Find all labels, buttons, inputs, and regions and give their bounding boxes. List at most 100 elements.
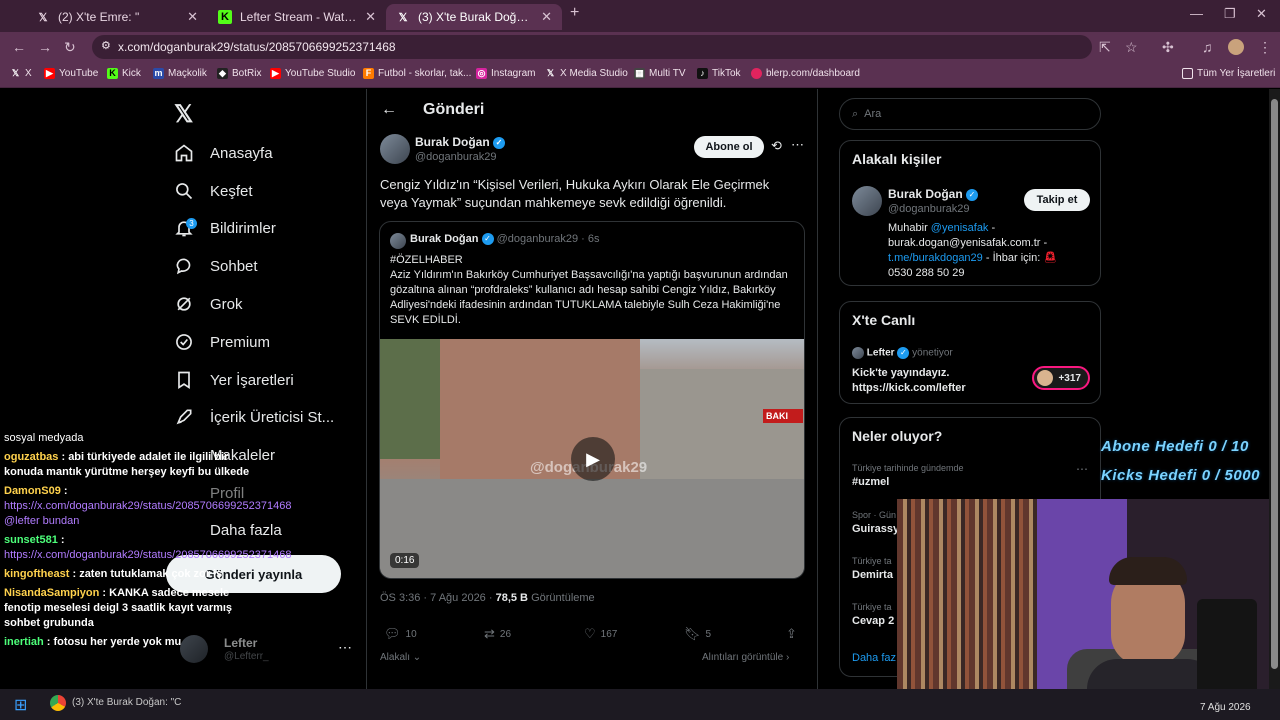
new-tab-button[interactable]: +: [570, 4, 579, 22]
live-listeners[interactable]: +317: [1032, 366, 1090, 390]
live-text[interactable]: Kick'te yayındayız. https://kick.com/lef…: [852, 366, 1012, 396]
bookmark-youtube-studio[interactable]: ▶ YouTube Studio: [270, 68, 355, 79]
play-icon[interactable]: ▶: [571, 437, 615, 481]
sidebar-item-grok[interactable]: Grok: [174, 289, 243, 319]
scrollbar-thumb[interactable]: [1271, 99, 1278, 669]
tab-x-emre[interactable]: 𝕏 (2) X'te Emre: " ✕: [26, 4, 208, 30]
more-options-icon[interactable]: ⋯: [338, 639, 352, 656]
live-host-avatar: [852, 347, 864, 359]
close-tab-icon[interactable]: ✕: [187, 9, 198, 25]
sidebar-item-premium[interactable]: Premium: [174, 327, 270, 357]
bookmark-botrix[interactable]: ◆ BotRix: [217, 68, 261, 79]
post-meta: ÖS 3:36 · 7 Ağu 2026 · 78,5 B Görüntülem…: [380, 592, 595, 604]
quote-text: #ÖZELHABER Aziz Yıldırım'ın Bakırköy Cum…: [390, 254, 788, 326]
bookmark-instagram[interactable]: ◎ Instagram: [476, 68, 535, 79]
reload-icon[interactable]: ↻: [64, 39, 76, 56]
close-tab-icon[interactable]: ✕: [541, 9, 552, 25]
chrome-icon[interactable]: [50, 695, 66, 711]
chat-link[interactable]: https://x.com/doganburak29/status/208570…: [4, 548, 291, 563]
windows-start-icon[interactable]: ⊞: [14, 695, 27, 715]
sidebar-item-creator-studio[interactable]: İçerik Üreticisi St...: [174, 402, 334, 432]
trend-item[interactable]: Türkiye ta Demirta: [852, 556, 893, 581]
post-header: ← Gönderi: [381, 101, 484, 119]
sidebar-item-home[interactable]: Anasayfa: [174, 138, 273, 168]
bookmark-futbol[interactable]: F Futbol - skorlar, tak...: [363, 68, 471, 79]
follow-button[interactable]: Takip et: [1024, 189, 1090, 211]
reply-button[interactable]: 💬︎ 10: [384, 626, 417, 642]
cast-icon[interactable]: ⇱: [1099, 39, 1111, 56]
subscribe-button[interactable]: Abone ol: [694, 136, 764, 158]
restore-icon[interactable]: ❐: [1224, 6, 1236, 22]
verified-icon: ✓: [966, 188, 979, 201]
url-bar[interactable]: ⚙ x.com/doganburak29/status/208570669925…: [92, 35, 1092, 59]
close-tab-icon[interactable]: ✕: [365, 9, 376, 25]
author-block[interactable]: Burak Doğan ✓ @doganburak29: [415, 135, 506, 163]
sidebar-item-chat[interactable]: Sohbet: [174, 251, 258, 281]
search-input[interactable]: ⌕ Ara: [839, 98, 1101, 130]
chat-username[interactable]: DamonS09: [4, 485, 61, 497]
menu-icon[interactable]: ⋮: [1258, 39, 1272, 56]
chat-text: : fotosu her yerde yok mu: [46, 636, 182, 648]
bookmark-kick[interactable]: K Kick: [107, 68, 141, 79]
chat-username[interactable]: oguzatbas: [4, 451, 58, 463]
trend-item[interactable]: Spor · Gün Guirassy: [852, 510, 899, 535]
relevant-avatar[interactable]: [852, 186, 882, 216]
back-arrow-icon[interactable]: ←: [381, 101, 397, 119]
chat-username[interactable]: kingoftheast: [4, 568, 69, 580]
view-quotes-link[interactable]: Alıntıları görüntüle ›: [702, 652, 789, 663]
bookmark-x-media-studio[interactable]: 𝕏X Media Studio: [545, 68, 628, 79]
like-button[interactable]: ♡ 167: [584, 626, 617, 642]
chat-username[interactable]: NisandaSampiyon: [4, 587, 99, 599]
rocket-icon: [176, 409, 192, 425]
video-player[interactable]: BAKI @doganburak29 ▶ 0:16: [380, 339, 804, 578]
related-dropdown[interactable]: Alakalı ⌄: [380, 652, 421, 663]
site-settings-icon[interactable]: ⚙: [101, 39, 111, 52]
tab-kick-stream[interactable]: K Lefter Stream - Watch Live on K ✕: [208, 4, 386, 30]
bookmark-mackolik[interactable]: m Maçkolik: [153, 68, 207, 79]
blerp-icon: [751, 68, 762, 79]
main-column: ← Gönderi Burak Doğan ✓ @doganburak29 Ab…: [366, 89, 818, 720]
chat-username[interactable]: inertiah: [4, 636, 44, 648]
trend-item[interactable]: Türkiye tarihinde gündemde #uzmel: [852, 463, 964, 488]
bookmark-tiktok[interactable]: ♪ TikTok: [697, 68, 741, 79]
bookmark-star-icon[interactable]: ☆: [1125, 39, 1138, 56]
side-building: [640, 369, 804, 479]
author-avatar[interactable]: [380, 134, 410, 164]
sidebar-item-bookmarks[interactable]: Yer İşaretleri: [174, 365, 294, 395]
live-host[interactable]: Lefter ✓ yönetiyor: [852, 347, 953, 359]
repost-button[interactable]: ⇄ 26: [484, 626, 511, 642]
bio-telegram-link[interactable]: t.me/burakdogan29: [888, 252, 983, 264]
forward-icon[interactable]: →: [38, 39, 52, 55]
all-bookmarks[interactable]: Tüm Yer İşaretleri: [1182, 68, 1275, 79]
quoted-post[interactable]: Burak Doğan ✓ @doganburak29 · 6s #ÖZELHA…: [379, 221, 805, 579]
sidebar-item-notifications[interactable]: 3 Bildirimler: [174, 213, 276, 243]
back-icon[interactable]: ←: [12, 39, 26, 55]
x-home-logo[interactable]: 𝕏: [174, 100, 193, 129]
sidebar-item-explore[interactable]: Keşfet: [174, 176, 253, 206]
minimize-icon[interactable]: —: [1190, 6, 1203, 21]
extensions-icon[interactable]: ✣: [1162, 39, 1174, 56]
chat-text: :: [60, 534, 65, 546]
page-scrollbar[interactable]: [1269, 89, 1280, 720]
trend-item[interactable]: Türkiye ta Cevap 2: [852, 602, 894, 627]
bookmark-x[interactable]: 𝕏X: [10, 68, 32, 79]
share-button[interactable]: ⇪: [786, 626, 797, 642]
bookmark-blerp[interactable]: blerp.com/dashboard: [751, 68, 860, 79]
relevant-user[interactable]: Burak Doğan ✓ @doganburak29: [888, 187, 979, 215]
bookmark-multi-tv[interactable]: ▦ Multi TV: [634, 68, 686, 79]
more-options-icon[interactable]: ⋯: [791, 137, 804, 153]
media-icon[interactable]: ♫: [1202, 39, 1213, 55]
chat-link[interactable]: https://x.com/doganburak29/status/208570…: [4, 499, 291, 529]
grok-icon[interactable]: ⟲: [771, 138, 782, 154]
show-more-link[interactable]: Daha faz: [852, 652, 896, 664]
profile-avatar[interactable]: [1228, 39, 1244, 55]
chat-username[interactable]: sunset581: [4, 534, 58, 546]
more-options-icon[interactable]: ⋯: [1076, 462, 1088, 476]
bookmark-button[interactable]: 🔖︎ 5: [684, 626, 711, 642]
bio-mention-link[interactable]: @yenisafak: [931, 222, 989, 234]
tab-x-burak[interactable]: 𝕏 (3) X'te Burak Doğan: "Cengiz Y ✕: [386, 4, 562, 30]
taskbar-window-title[interactable]: (3) X'te Burak Doğan: "C: [72, 697, 181, 708]
close-window-icon[interactable]: ✕: [1256, 6, 1267, 22]
grok-icon: [177, 297, 191, 311]
bookmark-youtube[interactable]: ▶ YouTube: [44, 68, 98, 79]
